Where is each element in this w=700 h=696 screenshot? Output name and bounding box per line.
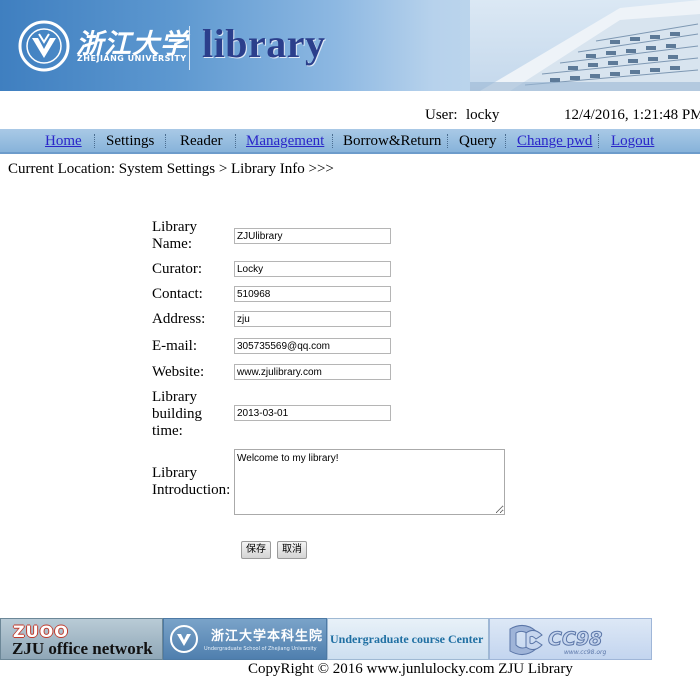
nav-change-pwd[interactable]: Change pwd: [517, 133, 592, 150]
library-name-label: Library Name:: [152, 219, 197, 253]
nav-borrow-return[interactable]: Borrow&Return: [343, 133, 441, 150]
breadcrumb: Current Location: System Settings > Libr…: [8, 161, 334, 177]
building-image: [470, 0, 700, 91]
introduction-label: Library Introduction:: [152, 465, 230, 499]
nav-logout[interactable]: Logout: [611, 133, 654, 150]
undergraduate-school-en: Undergraduate School of Zhejiang Univers…: [204, 646, 317, 652]
introduction-textarea[interactable]: Welcome to my library!: [234, 449, 505, 515]
cc98-url-text: www.cc98.org: [564, 649, 607, 656]
university-name-en: ZHEJIANG UNIVERSITY: [77, 54, 187, 63]
zju-seal-icon: [170, 625, 198, 653]
nav-management[interactable]: Management: [246, 133, 324, 150]
current-datetime: 12/4/2016, 1:21:48 PM: [564, 107, 700, 123]
header-banner: 浙江大学 ZHEJIANG UNIVERSITY library: [0, 0, 700, 91]
library-name-label-line2: Name:: [152, 236, 192, 252]
logo-divider: [189, 26, 190, 70]
cc98-logo-icon: CC98 www.cc98.org: [509, 625, 607, 656]
library-name-label-line1: Library: [152, 219, 197, 235]
username: locky: [466, 107, 500, 123]
building-time-label-line3: time:: [152, 423, 183, 439]
building-time-label-line1: Library: [152, 389, 197, 405]
contact-input[interactable]: [234, 286, 391, 302]
nav-separator: [235, 134, 237, 148]
nav-separator: [598, 134, 600, 148]
user-label: User:: [425, 107, 458, 123]
introduction-label-line1: Library: [152, 465, 197, 481]
building-time-label: Library building time:: [152, 389, 202, 440]
course-center-link[interactable]: Undergraduate course Center: [327, 618, 489, 660]
library-name-input[interactable]: [234, 228, 391, 244]
course-center-text: Undergraduate course Center: [330, 632, 484, 646]
cancel-button[interactable]: 取消: [277, 541, 307, 559]
building-time-label-line2: building: [152, 406, 203, 422]
nav-bar: Home Settings Reader Management Borrow&R…: [0, 129, 700, 154]
nav-query[interactable]: Query: [459, 133, 497, 150]
website-input[interactable]: [234, 364, 391, 380]
nav-separator: [165, 134, 167, 148]
email-label: E-mail:: [152, 338, 197, 354]
contact-label: Contact:: [152, 286, 203, 302]
undergraduate-school-cn: 浙江大学本科生院: [211, 629, 324, 644]
zju-office-network-link[interactable]: ZUOO ZJU office network: [0, 618, 163, 660]
website-label: Website:: [152, 364, 205, 380]
app-title: library: [202, 21, 326, 66]
copyright: CopyRight © 2016 www.junlulocky.com ZJU …: [248, 661, 573, 677]
nav-separator: [447, 134, 449, 148]
zju-seal-icon: [18, 20, 70, 72]
nav-separator: [332, 134, 334, 148]
nav-separator: [94, 134, 96, 148]
address-input[interactable]: [234, 311, 391, 327]
cc98-logo-text: CC98: [548, 628, 602, 650]
nav-settings[interactable]: Settings: [106, 133, 154, 150]
nav-reader[interactable]: Reader: [180, 133, 222, 150]
nav-separator: [505, 134, 507, 148]
address-label: Address:: [152, 311, 206, 327]
zju-office-text: ZJU office network: [12, 639, 153, 658]
save-button[interactable]: 保存: [241, 541, 271, 559]
curator-input[interactable]: [234, 261, 391, 277]
introduction-label-line2: Introduction:: [152, 482, 231, 498]
email-input[interactable]: [234, 338, 391, 354]
nav-home[interactable]: Home: [45, 133, 82, 150]
building-time-input[interactable]: [234, 405, 391, 421]
undergraduate-school-link[interactable]: 浙江大学本科生院 Undergraduate School of Zhejian…: [163, 618, 327, 660]
cc98-link[interactable]: CC98 www.cc98.org: [489, 618, 652, 660]
curator-label: Curator:: [152, 261, 202, 277]
